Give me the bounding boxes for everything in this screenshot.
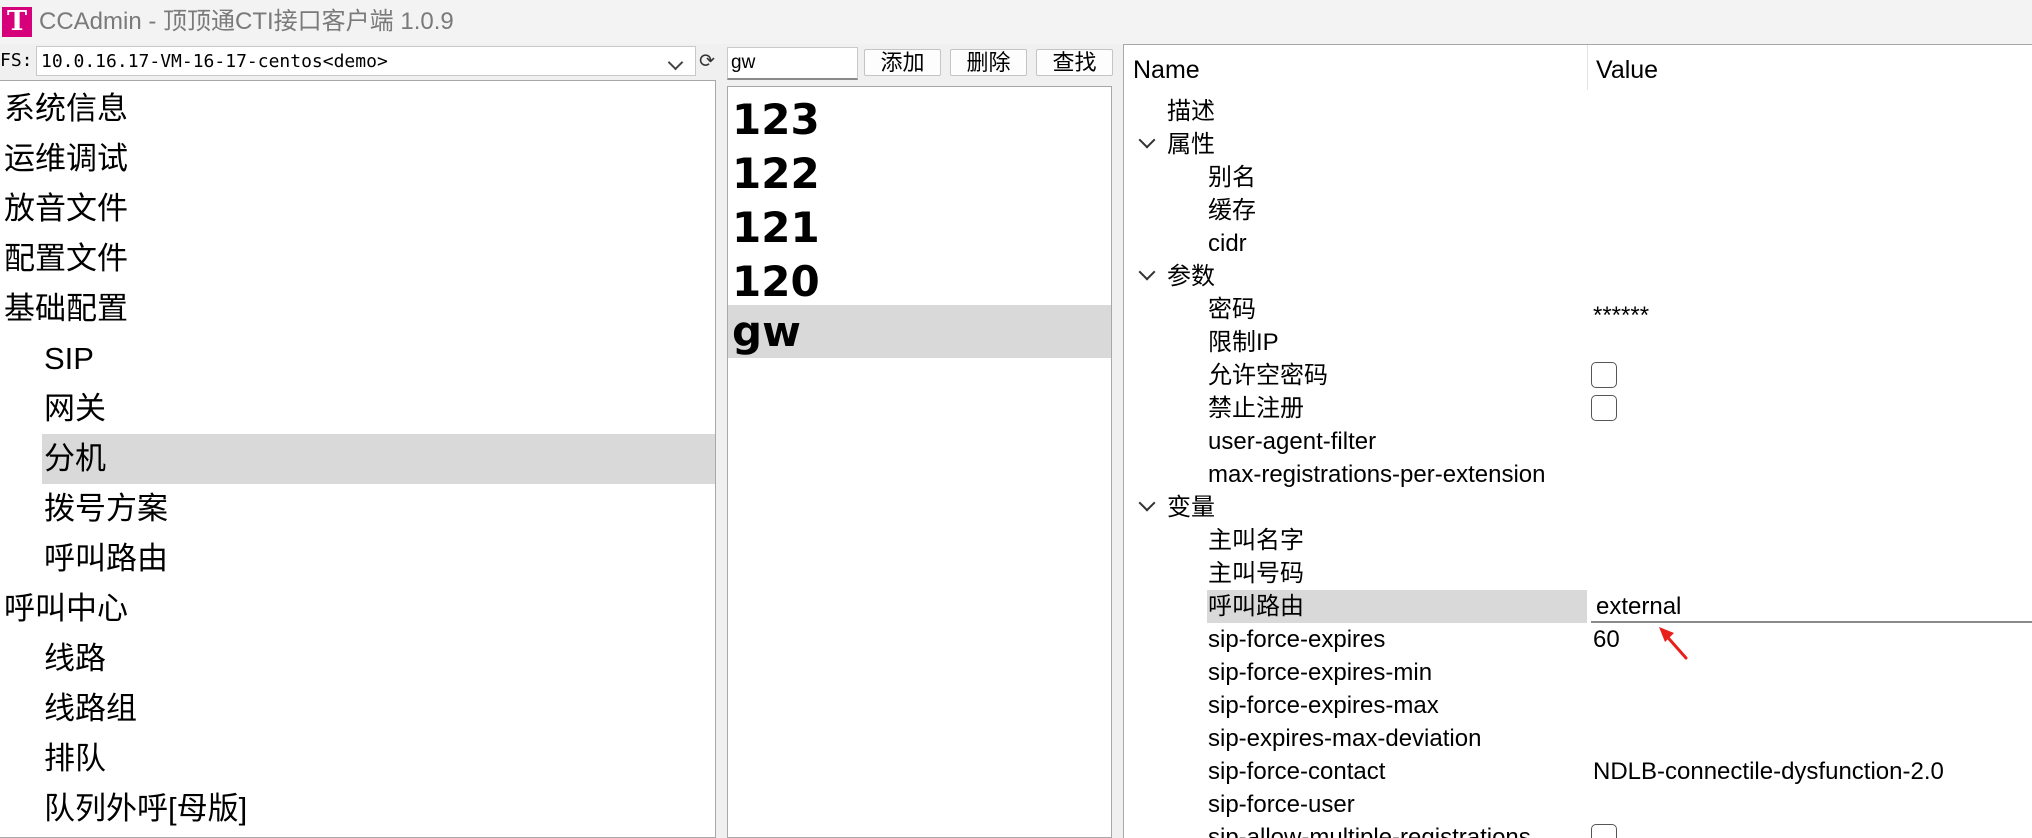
grid-header: Name Value xyxy=(1124,45,2032,90)
grid-row[interactable]: 描述 xyxy=(1124,95,2032,128)
grid-group-row[interactable]: 属性 xyxy=(1124,128,2032,161)
nav-item-basic-config[interactable]: 基础配置 xyxy=(0,284,715,334)
delete-button[interactable]: 删除 xyxy=(950,49,1027,76)
call-route-value-input[interactable]: external xyxy=(1591,590,2032,623)
property-name: 密码 xyxy=(1208,296,1256,323)
title-bar: T CCAdmin - 顶顶通CTI接口客户端 1.0.9 xyxy=(0,0,2032,44)
property-name: 别名 xyxy=(1208,164,1256,191)
fs-label: FS: xyxy=(0,50,33,71)
property-name: 描述 xyxy=(1167,98,1215,125)
grid-row[interactable]: 主叫号码 xyxy=(1124,557,2032,590)
property-value[interactable]: 60 xyxy=(1593,623,1620,656)
property-name: sip-force-expires-min xyxy=(1208,659,1433,686)
property-grid: Name Value 描述 属性 别名 缓存 cidr 参数 密码 ******… xyxy=(1123,44,2032,838)
property-name: 禁止注册 xyxy=(1208,395,1304,422)
property-value[interactable]: NDLB-connectile-dysfunction-2.0 xyxy=(1593,755,1944,788)
nav-item-queue[interactable]: 排队 xyxy=(0,734,715,784)
grid-row[interactable]: 别名 xyxy=(1124,161,2032,194)
refresh-icon[interactable]: ⟳ xyxy=(696,50,718,72)
window-title: CCAdmin - 顶顶通CTI接口客户端 1.0.9 xyxy=(39,8,454,35)
nav-item-system-info[interactable]: 系统信息 xyxy=(0,84,715,134)
grid-row[interactable]: sip-force-expires 60 xyxy=(1124,623,2032,656)
grid-group-row[interactable]: 参数 xyxy=(1124,260,2032,293)
property-name: sip-force-user xyxy=(1208,791,1355,818)
property-name: user-agent-filter xyxy=(1208,428,1377,455)
fs-server-value: 10.0.16.17-VM-16-17-centos<demo> xyxy=(41,51,388,72)
group-name: 变量 xyxy=(1167,494,1215,521)
grid-row-selected[interactable]: 呼叫路由 external xyxy=(1124,590,2032,623)
nav-item-lines[interactable]: 线路 xyxy=(0,634,715,684)
property-name: 允许空密码 xyxy=(1208,362,1328,389)
group-name: 参数 xyxy=(1167,263,1215,290)
property-name: sip-force-contact xyxy=(1208,758,1386,785)
list-item-selected[interactable]: gw xyxy=(728,305,1111,358)
property-name: 呼叫路由 xyxy=(1208,593,1304,620)
grid-group-row[interactable]: 变量 xyxy=(1124,491,2032,524)
property-name: max-registrations-per-extension xyxy=(1208,461,1546,488)
nav-item-line-groups[interactable]: 线路组 xyxy=(0,684,715,734)
grid-row[interactable]: user-agent-filter xyxy=(1124,425,2032,458)
nav-item-dialplan[interactable]: 拨号方案 xyxy=(0,484,715,534)
property-name: sip-force-expires-max xyxy=(1208,692,1439,719)
property-name: 主叫号码 xyxy=(1208,560,1304,587)
extension-list: 123 122 121 120 gw xyxy=(727,86,1112,838)
grid-row[interactable]: sip-allow-multiple-registrations xyxy=(1124,821,2032,838)
grid-row[interactable]: 主叫名字 xyxy=(1124,524,2032,557)
group-name: 属性 xyxy=(1167,131,1215,158)
list-item[interactable]: 121 xyxy=(728,201,1111,254)
grid-row[interactable]: sip-force-contact NDLB-connectile-dysfun… xyxy=(1124,755,2032,788)
nav-item-ops-debug[interactable]: 运维调试 xyxy=(0,134,715,184)
nav-item-call-routing[interactable]: 呼叫路由 xyxy=(0,534,715,584)
grid-row[interactable]: cidr xyxy=(1124,227,2032,260)
annotation-arrow-icon xyxy=(1659,627,1688,660)
property-name: 缓存 xyxy=(1208,197,1256,224)
property-name: cidr xyxy=(1208,230,1247,257)
nav-tree: 系统信息 运维调试 放音文件 配置文件 基础配置 SIP 网关 分机 拨号方案 … xyxy=(0,80,716,838)
grid-row[interactable]: 禁止注册 xyxy=(1124,392,2032,425)
property-name: sip-expires-max-deviation xyxy=(1208,725,1482,752)
search-input[interactable]: gw xyxy=(727,47,858,80)
list-item[interactable]: 123 xyxy=(728,93,1111,146)
nav-item-queue-outbound-template[interactable]: 队列外呼[母版] xyxy=(0,784,715,834)
allow-empty-password-checkbox[interactable] xyxy=(1591,362,1617,388)
property-name: 主叫名字 xyxy=(1208,527,1304,554)
allow-multiple-registrations-checkbox[interactable] xyxy=(1591,824,1617,838)
grid-row[interactable]: 缓存 xyxy=(1124,194,2032,227)
chevron-down-icon[interactable] xyxy=(1138,131,1156,149)
add-button[interactable]: 添加 xyxy=(864,49,941,76)
value-column-header[interactable]: Value xyxy=(1596,55,1658,85)
property-name: sip-force-expires xyxy=(1208,626,1386,653)
call-route-value: external xyxy=(1596,593,1682,620)
chevron-down-icon[interactable] xyxy=(1138,263,1156,281)
grid-row[interactable]: sip-expires-max-deviation xyxy=(1124,722,2032,755)
disable-registration-checkbox[interactable] xyxy=(1591,395,1617,421)
find-button[interactable]: 查找 xyxy=(1036,49,1113,76)
column-divider[interactable] xyxy=(1587,45,1588,90)
grid-row[interactable]: 允许空密码 xyxy=(1124,359,2032,392)
nav-item-config-files[interactable]: 配置文件 xyxy=(0,234,715,284)
grid-row[interactable]: 限制IP xyxy=(1124,326,2032,359)
search-input-value: gw xyxy=(731,52,756,73)
grid-row[interactable]: sip-force-expires-max xyxy=(1124,689,2032,722)
list-item[interactable]: 120 xyxy=(728,255,1111,308)
grid-row[interactable]: sip-force-expires-min xyxy=(1124,656,2032,689)
name-column-header[interactable]: Name xyxy=(1133,55,1200,85)
property-name: 限制IP xyxy=(1208,329,1279,356)
fs-server-select[interactable]: 10.0.16.17-VM-16-17-centos<demo> xyxy=(36,46,696,76)
grid-row[interactable]: max-registrations-per-extension xyxy=(1124,458,2032,491)
app-logo-icon: T xyxy=(2,7,32,37)
grid-row[interactable]: sip-force-user xyxy=(1124,788,2032,821)
grid-row[interactable]: 密码 ****** xyxy=(1124,293,2032,329)
property-name: sip-allow-multiple-registrations xyxy=(1208,824,1531,838)
nav-item-gateway[interactable]: 网关 xyxy=(0,384,715,434)
nav-item-sip[interactable]: SIP xyxy=(0,334,715,384)
nav-item-extension[interactable]: 分机 xyxy=(42,434,715,484)
nav-item-audio-files[interactable]: 放音文件 xyxy=(0,184,715,234)
list-item[interactable]: 122 xyxy=(728,147,1111,200)
nav-item-call-center[interactable]: 呼叫中心 xyxy=(0,584,715,634)
chevron-down-icon[interactable] xyxy=(1138,494,1156,512)
